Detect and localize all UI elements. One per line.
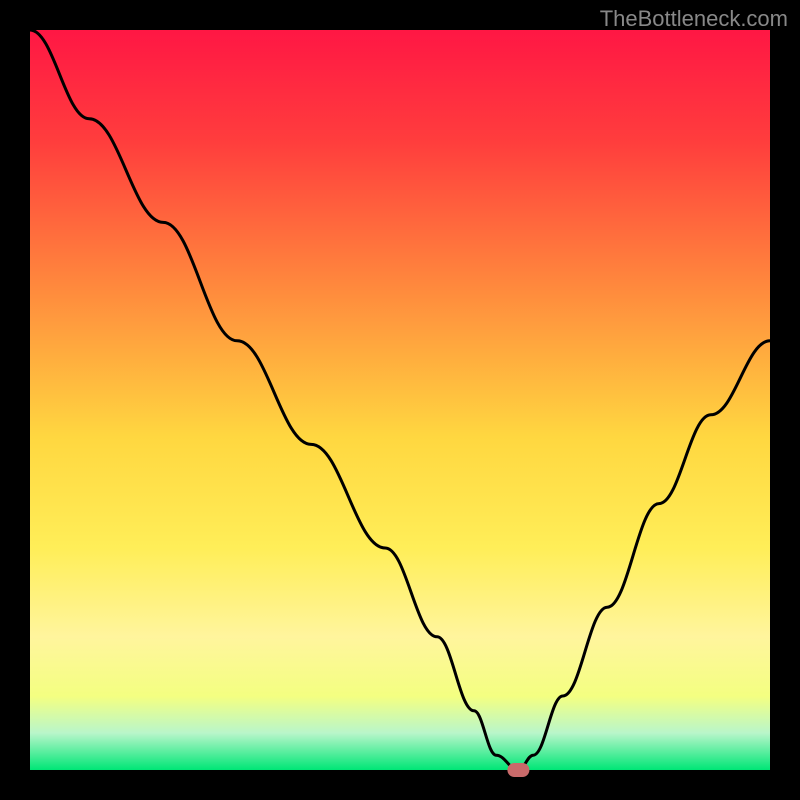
plot-background: [30, 30, 770, 770]
optimal-marker: [507, 763, 529, 777]
chart-svg: [0, 0, 800, 800]
watermark-text: TheBottleneck.com: [600, 6, 788, 32]
chart-frame: [0, 0, 800, 800]
